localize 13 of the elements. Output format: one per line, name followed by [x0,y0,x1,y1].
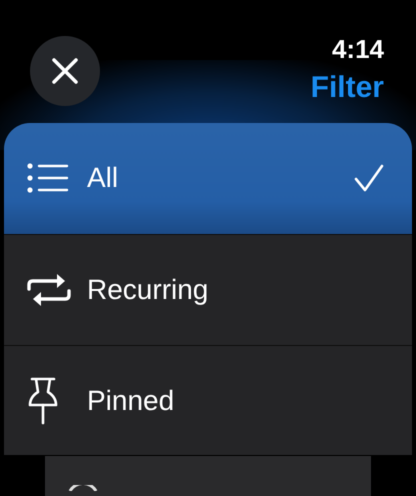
filter-option[interactable]: All [4,123,412,234]
checkmark-icon [354,164,384,192]
clock-time: 4:14 [332,34,384,64]
list-icon [27,163,69,194]
screen-title: Filter [310,70,384,106]
filter-option[interactable]: Pinned [4,344,412,456]
option-label: All [87,161,120,196]
filter-option[interactable]: Recurring [4,234,412,345]
option-label: Pinned [87,384,176,418]
repeat-icon [27,272,71,308]
close-icon [51,57,79,85]
pin-icon [27,376,59,425]
option-label: Recurring [87,272,210,307]
